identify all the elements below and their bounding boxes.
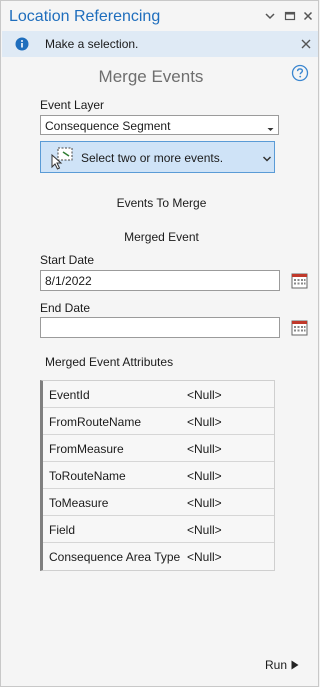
pane-frame: Location Referencing Make a selection. M… — [0, 0, 319, 687]
notification-bar: Make a selection. — [2, 31, 318, 57]
close-icon[interactable] — [301, 9, 315, 23]
event-layer-value: Consequence Segment — [45, 119, 171, 133]
select-events-label: Select two or more events. — [81, 151, 224, 165]
attribute-value[interactable]: <Null> — [187, 550, 222, 564]
select-events-button[interactable]: Select two or more events. — [40, 141, 275, 173]
end-date-label: End Date — [40, 301, 91, 315]
merged-event-heading: Merged Event — [124, 230, 199, 244]
table-row[interactable]: Consequence Area Type <Null> — [43, 543, 274, 570]
play-icon — [291, 659, 299, 673]
calendar-icon[interactable] — [291, 272, 308, 289]
notification-text: Make a selection. — [45, 37, 139, 51]
table-row[interactable]: FromMeasure <Null> — [43, 435, 274, 462]
merged-event-attributes-heading: Merged Event Attributes — [45, 355, 174, 369]
attribute-value[interactable]: <Null> — [187, 496, 222, 510]
tool-title: Merge Events — [98, 67, 204, 86]
help-icon[interactable] — [291, 64, 309, 82]
end-date-field[interactable] — [40, 317, 280, 338]
run-label: Run — [265, 658, 288, 672]
attribute-value[interactable]: <Null> — [187, 469, 222, 483]
dropdown-arrow-icon — [267, 122, 274, 131]
attribute-name: FromMeasure — [49, 442, 124, 456]
attribute-name: ToMeasure — [49, 496, 109, 510]
attribute-value[interactable]: <Null> — [187, 523, 222, 537]
maximize-icon[interactable] — [283, 9, 297, 23]
attribute-name: Field — [49, 523, 76, 537]
start-date-label: Start Date — [40, 253, 95, 267]
select-cursor-icon — [49, 146, 75, 170]
start-date-field[interactable]: 8/1/2022 — [40, 270, 280, 291]
attribute-name: EventId — [49, 388, 90, 402]
chevron-down-icon[interactable] — [263, 9, 277, 23]
table-row[interactable]: Field <Null> — [43, 516, 274, 543]
event-layer-label: Event Layer — [40, 98, 105, 112]
attribute-value[interactable]: <Null> — [187, 388, 222, 402]
attribute-name: FromRouteName — [49, 415, 142, 429]
attribute-name: Consequence Area Type — [49, 550, 181, 564]
attributes-table: EventId <Null> FromRouteName <Null> From… — [40, 380, 275, 571]
close-icon[interactable] — [300, 38, 312, 50]
table-row[interactable]: FromRouteName <Null> — [43, 408, 274, 435]
table-row[interactable]: ToMeasure <Null> — [43, 489, 274, 516]
table-row[interactable]: EventId <Null> — [43, 381, 274, 408]
attribute-value[interactable]: <Null> — [187, 415, 222, 429]
attribute-value[interactable]: <Null> — [187, 442, 222, 456]
events-to-merge-heading: Events To Merge — [116, 196, 207, 210]
attribute-name: ToRouteName — [49, 469, 126, 483]
table-row[interactable]: ToRouteName <Null> — [43, 462, 274, 489]
run-button[interactable]: Run — [265, 658, 299, 674]
calendar-icon[interactable] — [291, 319, 308, 336]
event-layer-dropdown[interactable]: Consequence Segment — [40, 115, 279, 135]
info-icon — [15, 37, 29, 51]
start-date-value: 8/1/2022 — [45, 274, 92, 288]
title-bar: Location Referencing — [1, 1, 318, 31]
chevron-down-icon — [262, 153, 272, 163]
pane-title: Location Referencing — [9, 8, 161, 25]
